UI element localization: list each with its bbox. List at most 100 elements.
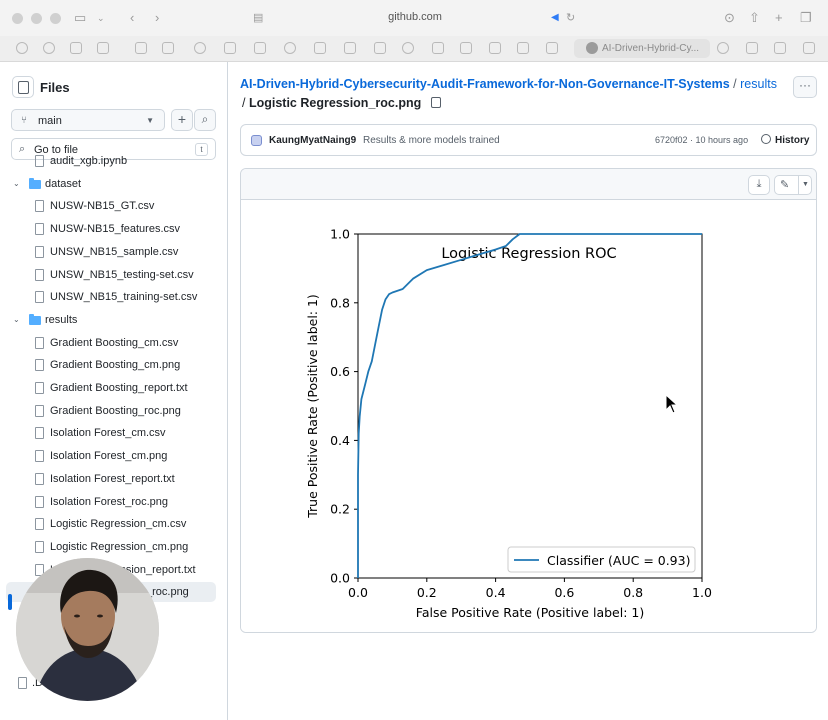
audio-icon[interactable]: ◀ — [551, 9, 559, 27]
file-icon — [35, 200, 44, 213]
favorite-icon[interactable] — [224, 42, 236, 54]
tree-file[interactable]: UNSW_NB15_sample.csv — [6, 242, 216, 262]
tree-folder[interactable]: ⌄ results — [6, 310, 216, 330]
github-favorite-icon[interactable] — [194, 42, 206, 54]
chevron-down-icon[interactable]: ⌄ — [13, 310, 20, 330]
favorite-icon[interactable] — [402, 42, 414, 54]
tree-file[interactable]: Logistic Regression_cm.png — [6, 537, 216, 557]
tree-item-label: Isolation Forest_roc.png — [50, 495, 169, 508]
download-icon[interactable]: ⊙ — [724, 9, 735, 27]
favorite-icon[interactable] — [774, 42, 786, 54]
file-icon — [35, 427, 44, 440]
collapse-sidebar-button[interactable] — [12, 76, 34, 98]
branch-selector[interactable]: ⑂ main ▼ — [11, 109, 165, 131]
close-window-button[interactable] — [12, 13, 23, 24]
breadcrumb: AI-Driven-Hybrid-Cybersecurity-Audit-Fra… — [240, 76, 800, 92]
tree-file[interactable]: NUSW-NB15_GT.csv — [6, 196, 216, 216]
tree-item-label: Isolation Forest_report.txt — [50, 472, 175, 485]
history-button[interactable]: History — [761, 134, 809, 146]
copy-path-icon[interactable] — [430, 97, 441, 108]
page-settings-icon[interactable]: ▤ — [253, 9, 263, 27]
edit-dropdown-button[interactable]: ▼ — [798, 176, 812, 194]
tree-file[interactable]: audit_xgb.ipynb — [6, 151, 216, 171]
tab-repository[interactable]: AI-Driven-Hybrid-Cy... — [574, 39, 710, 58]
y-tick-label: 0.4 — [330, 433, 350, 448]
tree-file[interactable]: Isolation Forest_report.txt — [6, 469, 216, 489]
tree-file[interactable]: Gradient Boosting_cm.png — [6, 355, 216, 375]
commit-message[interactable]: Results & more models trained — [363, 135, 500, 146]
browser-titlebar: ▭ ⌄ ‹ › ▤ github.com ◀ ↻ ⊙ ⇧ + ❐ — [0, 0, 828, 36]
tree-file[interactable]: Gradient Boosting_report.txt — [6, 378, 216, 398]
tree-item-label: UNSW_NB15_testing-set.csv — [50, 268, 194, 281]
minimize-window-button[interactable] — [31, 13, 42, 24]
github-favorite-icon[interactable] — [284, 42, 296, 54]
favorite-icon[interactable] — [374, 42, 386, 54]
tree-folder[interactable]: ⌄ dataset — [6, 174, 216, 194]
repo-link[interactable]: AI-Driven-Hybrid-Cybersecurity-Audit-Fra… — [240, 77, 730, 91]
file-viewer: ⤓ ✎ ▼ Logistic Regression ROC 0.0 0.2 0.4 0… — [240, 168, 817, 633]
tree-file[interactable]: Isolation Forest_cm.png — [6, 446, 216, 466]
tree-item-label: Gradient Boosting_cm.csv — [50, 336, 179, 349]
file-icon — [35, 223, 44, 236]
commit-author[interactable]: KaungMyatNaing9 — [269, 135, 356, 146]
pencil-icon[interactable]: ✎ — [780, 178, 789, 191]
folder-link[interactable]: results — [740, 77, 777, 91]
more-options-button[interactable]: ··· — [793, 76, 817, 98]
favorite-icon[interactable] — [546, 42, 558, 54]
x-axis: 0.0 0.2 0.4 0.6 0.8 1.0 — [348, 578, 712, 600]
author-avatar[interactable] — [251, 135, 262, 146]
favorite-icon[interactable] — [517, 42, 529, 54]
tree-item-label: Isolation Forest_cm.png — [50, 450, 168, 463]
favorite-icon[interactable] — [314, 42, 326, 54]
forward-icon[interactable]: › — [155, 9, 159, 27]
sidebar-title: Files — [40, 80, 70, 95]
new-tab-icon[interactable]: + — [775, 9, 783, 27]
favorite-icon[interactable] — [70, 42, 82, 54]
tree-file[interactable]: NUSW-NB15_features.csv — [6, 219, 216, 239]
tab-overview-icon[interactable]: ❐ — [800, 9, 812, 27]
file-icon — [35, 291, 44, 304]
favorite-icon[interactable] — [344, 42, 356, 54]
sidebar-icon[interactable]: ▭ — [74, 9, 86, 27]
favorite-icon[interactable] — [43, 42, 55, 54]
tree-file[interactable]: Gradient Boosting_cm.csv — [6, 333, 216, 353]
share-icon[interactable]: ⇧ — [749, 9, 760, 27]
zoom-window-button[interactable] — [50, 13, 61, 24]
commit-sha-time[interactable]: 6720f02 · 10 hours ago — [655, 135, 748, 145]
file-icon — [35, 518, 44, 531]
chart-legend: Classifier (AUC = 0.93) — [507, 546, 696, 573]
tree-file[interactable]: Gradient Boosting_roc.png — [6, 401, 216, 421]
search-button[interactable]: ⌕ — [194, 109, 216, 131]
favorite-icon[interactable] — [746, 42, 758, 54]
favorite-icon[interactable] — [803, 42, 815, 54]
favorite-icon[interactable] — [16, 42, 28, 54]
favorite-icon[interactable] — [489, 42, 501, 54]
favorite-icon[interactable] — [162, 42, 174, 54]
favorite-icon[interactable] — [432, 42, 444, 54]
tree-item-label: UNSW_NB15_training-set.csv — [50, 291, 198, 304]
favorite-icon[interactable] — [254, 42, 266, 54]
y-tick-label: 0.6 — [330, 364, 350, 379]
file-icon — [35, 382, 44, 394]
tree-file[interactable]: Isolation Forest_roc.png — [6, 492, 216, 512]
favorite-icon[interactable] — [460, 42, 472, 54]
chevron-down-icon[interactable]: ⌄ — [13, 174, 20, 194]
favorite-icon[interactable] — [135, 42, 147, 54]
github-favorite-icon[interactable] — [717, 42, 729, 54]
tree-file[interactable]: UNSW_NB15_training-set.csv — [6, 287, 216, 307]
back-icon[interactable]: ‹ — [130, 9, 134, 27]
address-bar[interactable]: github.com — [370, 11, 460, 23]
y-tick-label: 0.2 — [330, 502, 350, 517]
favorite-icon[interactable] — [97, 42, 109, 54]
download-button[interactable]: ⤓ — [748, 175, 770, 195]
tree-file[interactable]: Logistic Regression_cm.csv — [6, 514, 216, 534]
x-axis-label: False Positive Rate (Positive label: 1) — [416, 605, 644, 620]
reload-icon[interactable]: ↻ — [566, 9, 575, 27]
chevron-down-icon[interactable]: ⌄ — [97, 9, 105, 27]
tree-item-label: Logistic Regression_cm.png — [50, 540, 189, 553]
tree-file[interactable]: Isolation Forest_cm.csv — [6, 423, 216, 443]
add-file-button[interactable]: + — [171, 109, 193, 131]
github-icon — [586, 42, 598, 54]
edit-button-group[interactable]: ✎ ▼ — [774, 175, 812, 195]
tree-file[interactable]: UNSW_NB15_testing-set.csv — [6, 265, 216, 285]
